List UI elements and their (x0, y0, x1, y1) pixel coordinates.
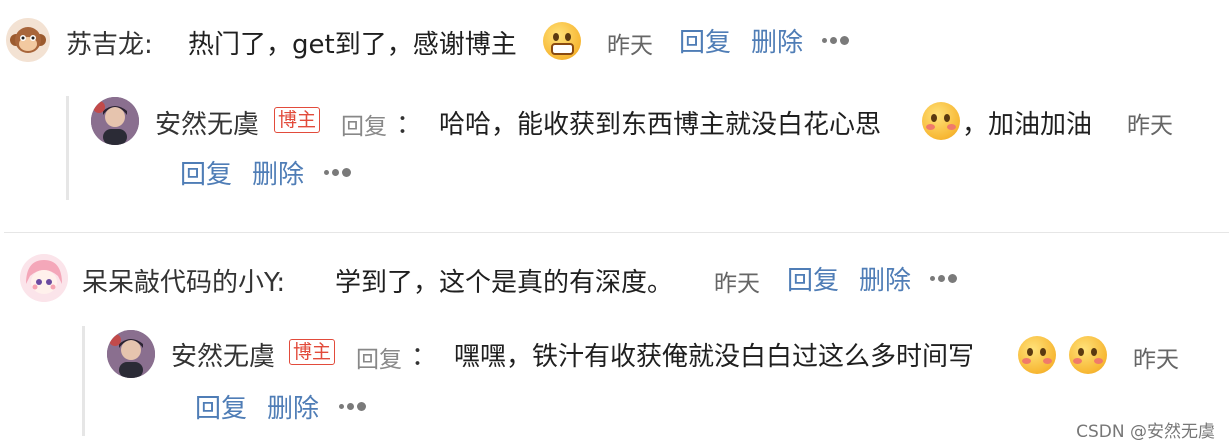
heart-kiss-emoji-icon (922, 102, 960, 140)
user-avatar-icon (91, 97, 139, 145)
reply-time: 昨天 (1133, 347, 1179, 373)
avatar[interactable] (91, 97, 139, 145)
more-options-icon[interactable] (930, 268, 960, 287)
user-avatar-icon (107, 330, 155, 378)
watermark: CSDN @安然无虞 (1076, 422, 1215, 442)
delete-button[interactable]: 删除 (252, 154, 304, 191)
blogger-badge: 博主 (289, 339, 336, 365)
monkey-avatar-icon (6, 18, 50, 62)
more-options-icon[interactable] (324, 162, 354, 181)
comment-content: 学到了，这个是真的有深度。 (335, 268, 674, 298)
avatar[interactable] (20, 254, 68, 302)
more-options-icon[interactable] (822, 30, 852, 49)
comment-divider (4, 232, 1229, 233)
more-options-icon[interactable] (339, 396, 369, 415)
heart-kiss-emoji-icon (1069, 336, 1107, 374)
comment-author[interactable]: 呆呆敲代码的小Y: (82, 262, 285, 299)
comment-author[interactable]: 苏吉龙: (66, 24, 153, 61)
blogger-badge: 博主 (274, 107, 321, 133)
delete-button[interactable]: 删除 (859, 260, 911, 297)
delete-button[interactable]: 删除 (267, 388, 319, 425)
reply-content: 嘿嘿，铁汁有收获俺就没白白过这么多时间写 (454, 342, 975, 372)
reply-thread-line (82, 326, 85, 436)
reply-author[interactable]: 安然无虞 (155, 104, 259, 141)
reply-button[interactable]: 回复 (787, 260, 839, 297)
delete-button[interactable]: 删除 (751, 22, 803, 59)
reply-colon: ： (396, 110, 423, 140)
reply-colon: ： (411, 342, 438, 372)
grin-emoji-icon (543, 22, 581, 60)
reply-content: 哈哈，能收获到东西博主就没白花心思 (439, 110, 882, 140)
reply-button[interactable]: 回复 (180, 154, 232, 191)
reply-label: 回复 (341, 114, 387, 140)
reply-label: 回复 (356, 347, 402, 373)
avatar[interactable] (6, 18, 50, 62)
reply-time: 昨天 (1127, 113, 1173, 139)
comment-time: 昨天 (714, 271, 760, 297)
comment-content: 热门了，get到了，感谢博主 (188, 30, 517, 60)
anime-girl-avatar-icon (20, 254, 68, 302)
comment-time: 昨天 (607, 33, 653, 59)
reply-author[interactable]: 安然无虞 (171, 336, 275, 373)
reply-button[interactable]: 回复 (195, 388, 247, 425)
reply-button[interactable]: 回复 (679, 22, 731, 59)
avatar[interactable] (107, 330, 155, 378)
reply-thread-line (66, 96, 69, 200)
reply-content-continued: ，加油加油 (962, 110, 1093, 140)
heart-kiss-emoji-icon (1018, 336, 1056, 374)
